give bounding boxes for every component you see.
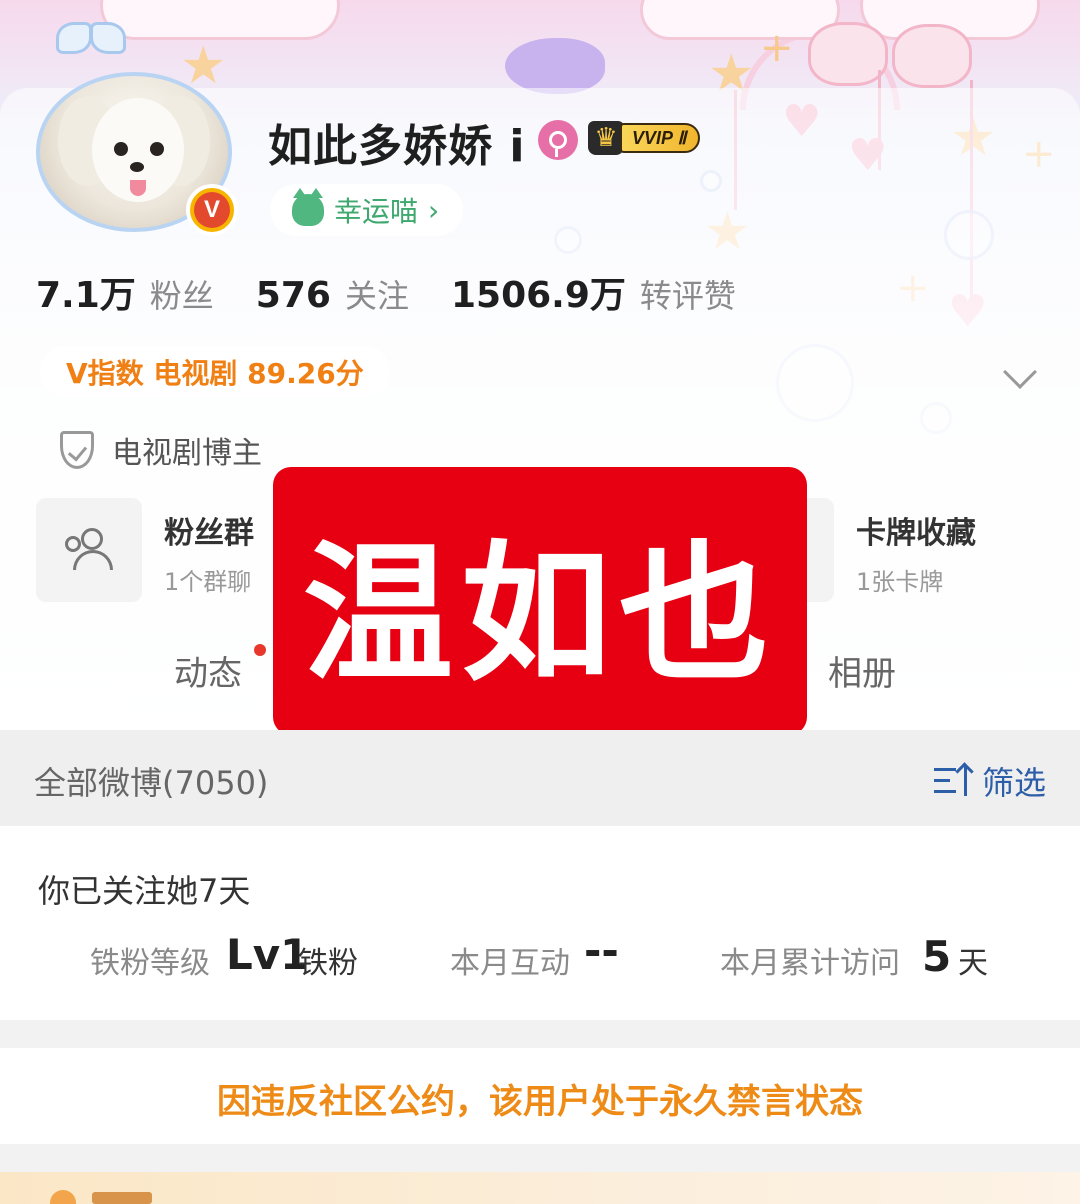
- overlay-sticker-text: 温如也: [302, 527, 777, 702]
- vip-badge[interactable]: ♛ VVIP Ⅱ: [588, 118, 701, 158]
- people-icon: [63, 528, 115, 572]
- iron-fan-level[interactable]: Lv1: [226, 930, 309, 979]
- tab-album[interactable]: 相册: [828, 646, 896, 695]
- next-section-peek: [0, 1172, 1080, 1204]
- filter-sort-icon: [934, 764, 974, 798]
- fan-group-sub: 1个群聊: [164, 568, 252, 596]
- vip-level: VVIP Ⅱ: [620, 123, 701, 153]
- section-divider: [0, 1020, 1080, 1048]
- cloud-decoration: [640, 0, 840, 40]
- cat-decoration: [892, 24, 972, 88]
- stat-label: 转评赞: [639, 277, 736, 315]
- iron-fan-suffix: 铁粉: [298, 946, 358, 981]
- female-icon: [538, 120, 578, 160]
- monthly-interaction-value: --: [584, 926, 619, 975]
- lucky-label: 幸运喵: [334, 195, 419, 228]
- feed-title: 全部微博(7050): [34, 764, 269, 802]
- monthly-visits-label: 本月累计访问: [720, 946, 900, 981]
- tab-dynamic[interactable]: 动态: [174, 646, 242, 695]
- stat-value: 7.1万: [36, 275, 136, 316]
- unread-dot: [254, 644, 266, 656]
- filter-button[interactable]: 筛选: [934, 758, 1046, 804]
- cat-icon: [292, 188, 324, 226]
- card-collection-sub: 1张卡牌: [856, 568, 944, 596]
- lucky-cat-button[interactable]: 幸运喵 ›: [270, 184, 464, 236]
- section-divider: [0, 1144, 1080, 1172]
- stat-followers[interactable]: 7.1万 粉丝: [36, 266, 214, 318]
- stat-following[interactable]: 576 关注: [256, 271, 409, 317]
- card-collection-title[interactable]: 卡牌收藏: [856, 508, 976, 552]
- fan-group-card-icon[interactable]: [36, 498, 142, 602]
- monthly-visits-unit: 天: [958, 946, 988, 981]
- feed-header: 全部微博(7050): [0, 730, 1080, 826]
- profile-stats: 7.1万 粉丝 576 关注 1506.9万 转评赞: [36, 266, 778, 318]
- stat-label: 粉丝: [149, 277, 214, 315]
- stat-label: 关注: [344, 277, 409, 315]
- iron-fan-label: 铁粉等级: [90, 946, 210, 981]
- fan-group-title[interactable]: 粉丝群: [164, 508, 254, 552]
- blogger-tag-label: 电视剧博主: [112, 436, 262, 471]
- monthly-visits-value: 5: [922, 932, 952, 981]
- filter-label: 筛选: [982, 764, 1047, 802]
- blogger-tag: 电视剧博主: [60, 428, 262, 472]
- ban-notice: 因违反社区公约，该用户处于永久禁言状态: [217, 1082, 863, 1122]
- overlay-name-sticker: 温如也: [273, 467, 807, 735]
- stat-engagement[interactable]: 1506.9万 转评赞: [451, 266, 736, 318]
- stat-value: 576: [255, 275, 331, 316]
- shield-check-icon: [60, 431, 94, 469]
- cat-decoration: [808, 22, 888, 86]
- follow-info-card: [0, 826, 1080, 1020]
- chevron-right-icon: ›: [428, 193, 440, 227]
- profile-name: 如此多娇娇 i: [268, 121, 526, 172]
- bow-decoration: [56, 18, 126, 58]
- crown-icon: ♛: [588, 121, 624, 155]
- cloud-decoration: [100, 0, 340, 40]
- v-index-badge[interactable]: V指数 电视剧 89.26分: [40, 346, 390, 398]
- verified-badge-text: V: [194, 192, 230, 228]
- verified-badge: V: [186, 184, 238, 236]
- monthly-interaction-label: 本月互动: [450, 946, 570, 981]
- fish-decoration: [505, 38, 605, 94]
- sparkle-decoration: +: [760, 25, 794, 71]
- stat-value: 1506.9万: [450, 275, 626, 316]
- follow-duration: 你已关注她7天: [38, 872, 251, 910]
